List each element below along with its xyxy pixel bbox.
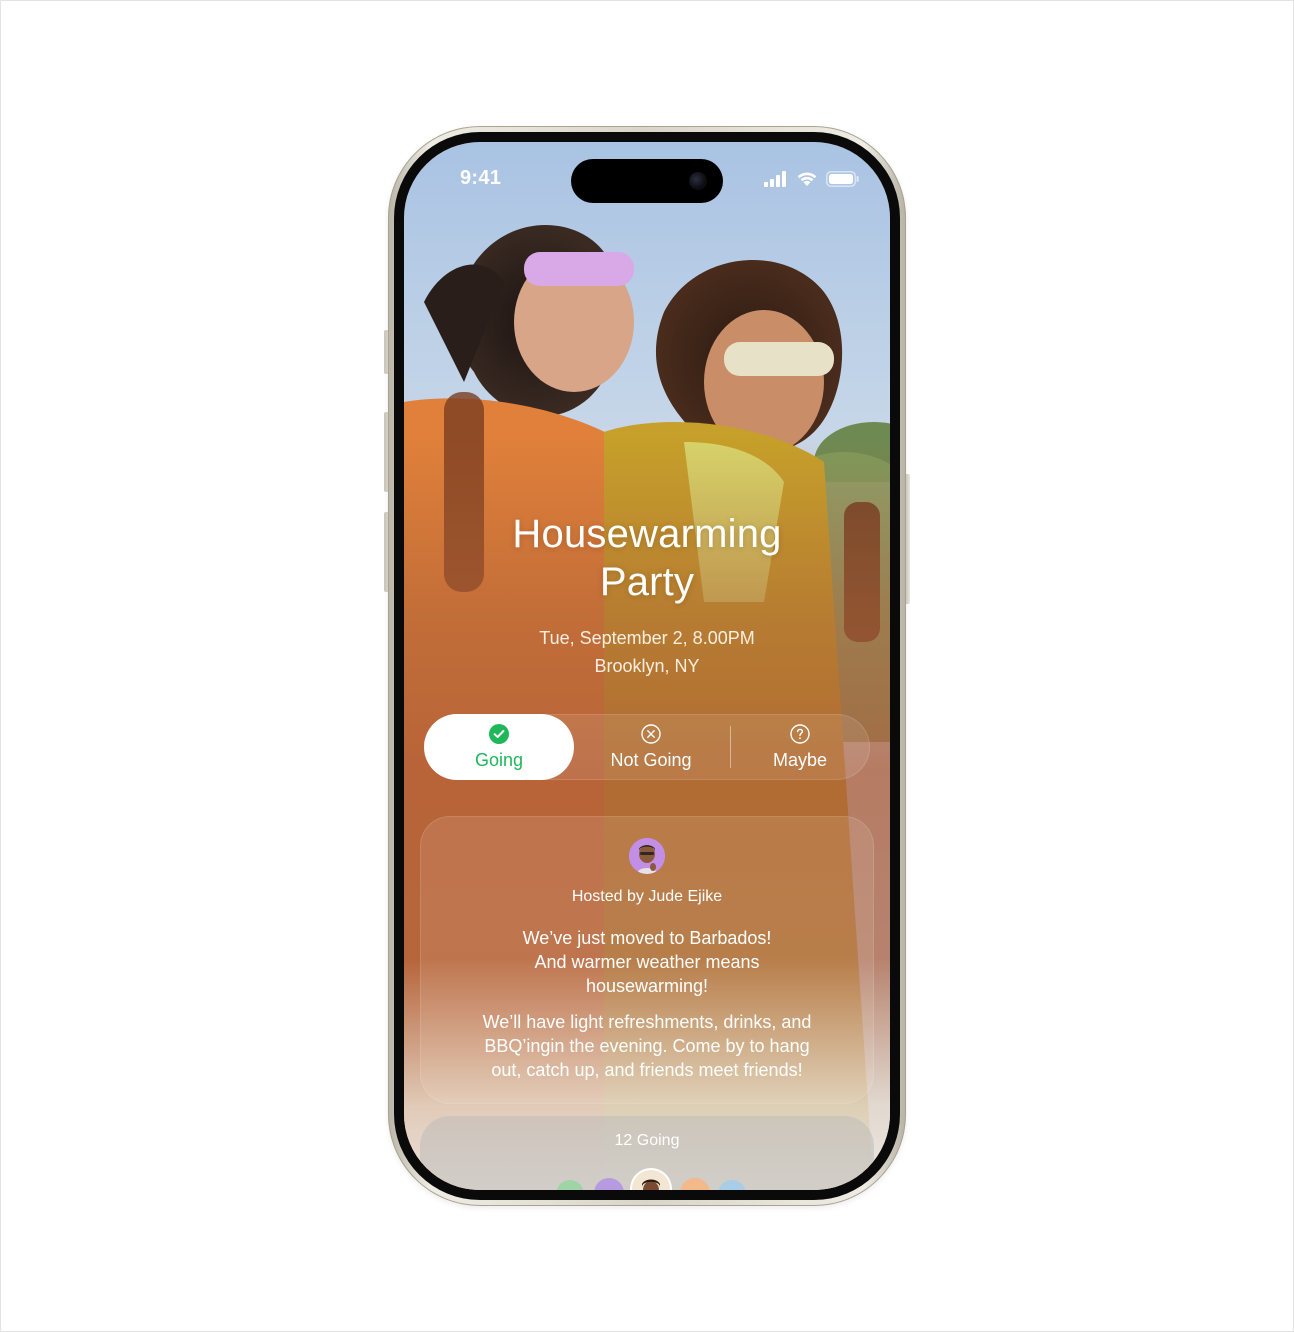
attendee-avatar[interactable] <box>556 1180 584 1190</box>
checkmark-circle-icon <box>489 723 509 744</box>
question-circle-icon <box>790 723 810 744</box>
host-message-line: housewarming! <box>585 976 709 996</box>
rsvp-not-going-label: Not Going <box>610 749 692 770</box>
rsvp-not-going-button[interactable]: Not Going <box>578 714 724 780</box>
host-details: We’ll have light refreshments, drinks, a… <box>470 1010 824 1082</box>
rsvp-going-button[interactable]: Going <box>424 714 574 780</box>
event-title: Housewarming Party <box>444 510 850 606</box>
event-title-line2: Party <box>599 560 695 604</box>
memoji-avatar-icon <box>642 1179 660 1190</box>
event-location: Brooklyn, NY <box>594 656 700 676</box>
host-message-line: And warmer weather means <box>534 952 760 972</box>
rsvp-maybe-button[interactable]: Maybe <box>730 714 870 780</box>
cellular-signal-icon <box>764 170 786 187</box>
front-camera-icon <box>689 172 707 190</box>
attendee-avatar[interactable] <box>680 1178 710 1190</box>
hosted-by-label: Hosted by Jude Ejike <box>571 888 723 905</box>
attendee-avatar[interactable] <box>718 1180 746 1190</box>
attendees-card[interactable]: 12 Going <box>420 1116 874 1190</box>
event-title-line1: Housewarming <box>512 512 782 556</box>
dynamic-island <box>571 159 723 203</box>
x-circle-icon <box>641 723 661 744</box>
host-message-line: We’ve just moved to Barbados! <box>522 928 772 948</box>
wifi-icon <box>797 172 817 186</box>
phone-screen: 9:41 Housewarming Party Tue, September 2… <box>404 142 890 1190</box>
host-details-line: out, catch up, and friends meet friends! <box>491 1060 803 1080</box>
event-meta: Tue, September 2, 8.00PM Brooklyn, NY <box>444 624 850 680</box>
host-details-line: We’ll have light refreshments, drinks, a… <box>482 1012 812 1032</box>
event-date: Tue, September 2, 8.00PM <box>539 628 755 648</box>
host-details-line: BBQ’ingin the evening. Come by to hang <box>484 1036 810 1056</box>
status-icons <box>764 170 860 187</box>
status-time: 9:41 <box>460 167 502 189</box>
memoji-avatar-icon <box>629 838 665 874</box>
rsvp-segmented-control: Going Not Going Maybe <box>424 714 870 780</box>
attendee-avatar[interactable] <box>632 1170 670 1190</box>
host-avatar[interactable] <box>629 838 665 874</box>
going-count-label: 12 Going <box>614 1132 680 1149</box>
host-card: Hosted by Jude Ejike We’ve just moved to… <box>420 816 874 1104</box>
attendee-avatars <box>420 1170 874 1190</box>
host-message: We’ve just moved to Barbados! And warmer… <box>480 926 814 998</box>
battery-icon <box>826 170 859 187</box>
rsvp-going-label: Going <box>474 749 524 770</box>
attendee-avatar[interactable] <box>594 1178 624 1190</box>
rsvp-maybe-label: Maybe <box>772 749 828 770</box>
